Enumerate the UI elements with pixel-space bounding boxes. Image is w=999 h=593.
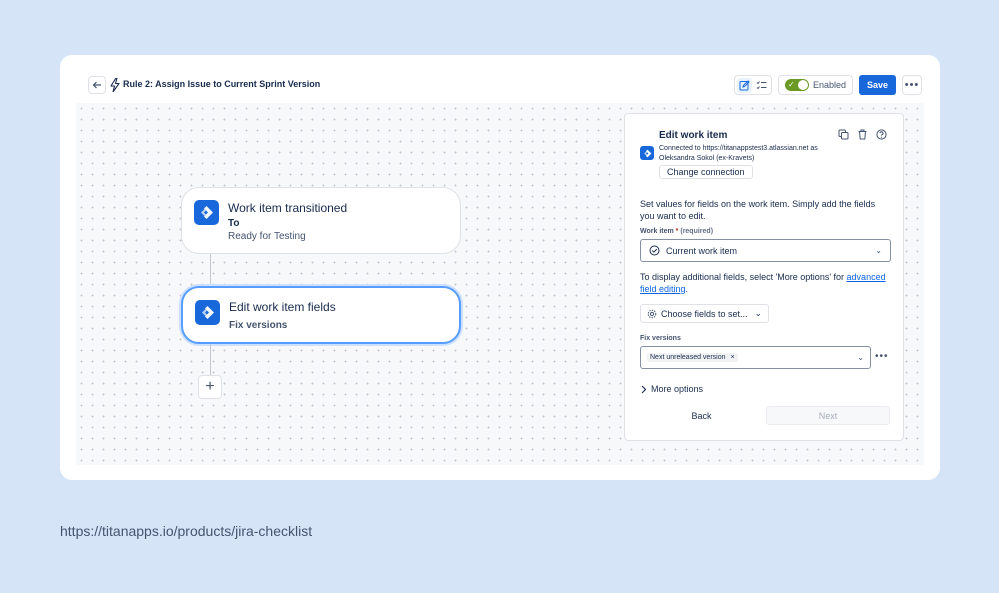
- chevron-down-icon: ⌄: [857, 353, 864, 362]
- chevron-right-icon: [641, 385, 647, 393]
- rule-title: Rule 2: Assign Issue to Current Sprint V…: [123, 79, 321, 89]
- chevron-down-icon: ⌄: [754, 308, 763, 318]
- more-dots-icon: •••: [904, 79, 920, 91]
- add-component-button[interactable]: +: [198, 375, 222, 399]
- advanced-editing-note: To display additional fields, select 'Mo…: [640, 272, 886, 294]
- choose-fields-label: Choose fields to set...: [661, 308, 748, 319]
- pencil-square-icon: [739, 79, 750, 90]
- toggle-switch[interactable]: ✓: [784, 79, 809, 91]
- enabled-toggle[interactable]: ✓ Enabled: [777, 75, 853, 95]
- panel-title: Edit work item: [659, 130, 728, 141]
- view-switcher: [733, 75, 772, 95]
- arrow-left-icon: [92, 81, 101, 89]
- lightning-icon: [110, 78, 120, 92]
- connector-line: [210, 254, 211, 286]
- fix-versions-label: Fix versions: [640, 335, 681, 342]
- field-more-button[interactable]: •••: [875, 351, 889, 362]
- checklist-icon: [756, 80, 767, 89]
- work-item-select[interactable]: Current work item ⌄: [640, 239, 891, 262]
- back-button[interactable]: [88, 76, 106, 94]
- check-icon: ✓: [787, 80, 795, 89]
- jira-icon: [640, 146, 654, 160]
- remove-tag-icon[interactable]: ×: [731, 354, 735, 361]
- enabled-label: Enabled: [812, 80, 846, 90]
- trigger-node[interactable]: Work item transitioned To Ready for Test…: [181, 187, 461, 254]
- help-icon[interactable]: [876, 129, 887, 140]
- trigger-title: Work item transitioned: [228, 201, 348, 215]
- more-options-toggle[interactable]: More options: [640, 384, 703, 394]
- work-item-label: Work item * (required): [640, 228, 714, 235]
- trash-icon[interactable]: [857, 129, 868, 140]
- rule-editor-card: Rule 2: Assign Issue to Current Sprint V…: [60, 55, 940, 480]
- work-item-value: Current work item: [666, 245, 738, 256]
- connection-info: Connected to https://titanappstest3.atla…: [659, 145, 818, 162]
- trigger-sub-bold: To: [228, 218, 240, 229]
- checklist-view-button[interactable]: [754, 78, 769, 93]
- back-panel-button[interactable]: Back: [640, 406, 763, 425]
- change-connection-button[interactable]: Change connection: [659, 165, 753, 179]
- fix-version-tag: Next unreleased version ×: [647, 353, 738, 362]
- edit-work-item-panel: Edit work item Connected to https://tita…: [624, 113, 904, 441]
- header-toolbar: ✓ Enabled Save •••: [733, 75, 922, 95]
- action-title: Edit work item fields: [229, 300, 336, 314]
- action-field: Fix versions: [229, 320, 288, 331]
- footer-url: https://titanapps.io/products/jira-check…: [60, 523, 313, 539]
- choose-fields-button[interactable]: Choose fields to set... ⌄: [640, 304, 770, 323]
- edit-view-button[interactable]: [736, 77, 752, 93]
- jira-icon: [194, 200, 219, 225]
- fix-version-tag-label: Next unreleased version: [650, 354, 726, 361]
- connector-line: [210, 344, 211, 375]
- save-button[interactable]: Save: [858, 75, 896, 95]
- more-options-label: More options: [651, 384, 704, 394]
- more-actions-button[interactable]: •••: [902, 75, 922, 95]
- check-circle-icon: [649, 245, 660, 256]
- fix-versions-select[interactable]: Next unreleased version × ⌄: [640, 346, 871, 369]
- action-node[interactable]: Edit work item fields Fix versions: [181, 286, 461, 344]
- duplicate-icon[interactable]: [838, 129, 849, 140]
- trigger-status: Ready for Testing: [228, 231, 306, 242]
- gear-icon: [647, 309, 657, 318]
- panel-description: Set values for fields on the work item. …: [640, 199, 876, 221]
- jira-icon: [195, 300, 220, 325]
- chevron-down-icon: ⌄: [875, 246, 882, 255]
- next-panel-button[interactable]: Next: [766, 406, 890, 425]
- plus-icon: +: [205, 378, 215, 395]
- panel-actions: [838, 129, 887, 140]
- rule-canvas[interactable]: Work item transitioned To Ready for Test…: [76, 103, 924, 465]
